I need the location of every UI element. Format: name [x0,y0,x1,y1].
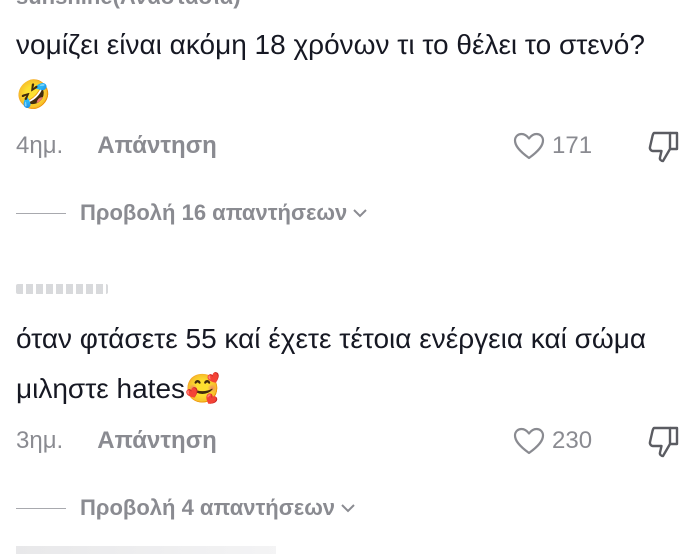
thumbs-down-icon[interactable] [646,130,682,164]
comment-text: όταν φτάσετε 55 καί έχετε τέτοια ενέργει… [16,314,676,414]
view-replies-button[interactable]: Προβολή 16 απαντήσεων [16,198,369,228]
comment-body: νομίζει είναι ακόμη 18 χρόνων τι το θέλε… [16,29,645,60]
comment-username[interactable]: sunshine(Αναστασία) [16,0,241,10]
reply-button[interactable]: Απάντηση [97,427,217,455]
chevron-down-icon [353,209,367,218]
chevron-down-icon [341,504,355,513]
heart-outline-icon [513,427,545,455]
like-count: 230 [552,427,593,454]
rofl-emoji: 🤣 [16,79,51,110]
comment-meta: 3ημ. Απάντηση 230 [16,421,684,461]
divider-line [16,212,66,214]
heart-outline-icon [513,132,545,160]
view-replies-label: Προβολή 16 απαντήσεων [80,200,348,225]
comment-meta: 4ημ. Απάντηση 171 [16,126,684,166]
view-replies-button[interactable]: Προβολή 4 απαντήσεων [16,493,357,523]
comment-body: όταν φτάσετε 55 καί έχετε τέτοια ενέργει… [16,323,647,404]
comment-text: νομίζει είναι ακόμη 18 χρόνων τι το θέλε… [16,20,676,120]
like-button[interactable]: 171 [512,131,592,161]
reply-button[interactable]: Απάντηση [97,132,217,160]
thumbs-down-icon[interactable] [646,425,682,459]
comment-timestamp: 4ημ. [16,132,64,159]
view-replies-label: Προβολή 4 απαντήσεων [80,495,336,520]
comment-username-obscured [16,284,108,294]
next-comment-obscured [16,546,276,554]
smiling-hearts-emoji: 🥰 [185,373,220,404]
comment-timestamp: 3ημ. [16,427,64,454]
like-button[interactable]: 230 [512,426,592,456]
like-count: 171 [552,132,593,159]
divider-line [16,507,66,509]
